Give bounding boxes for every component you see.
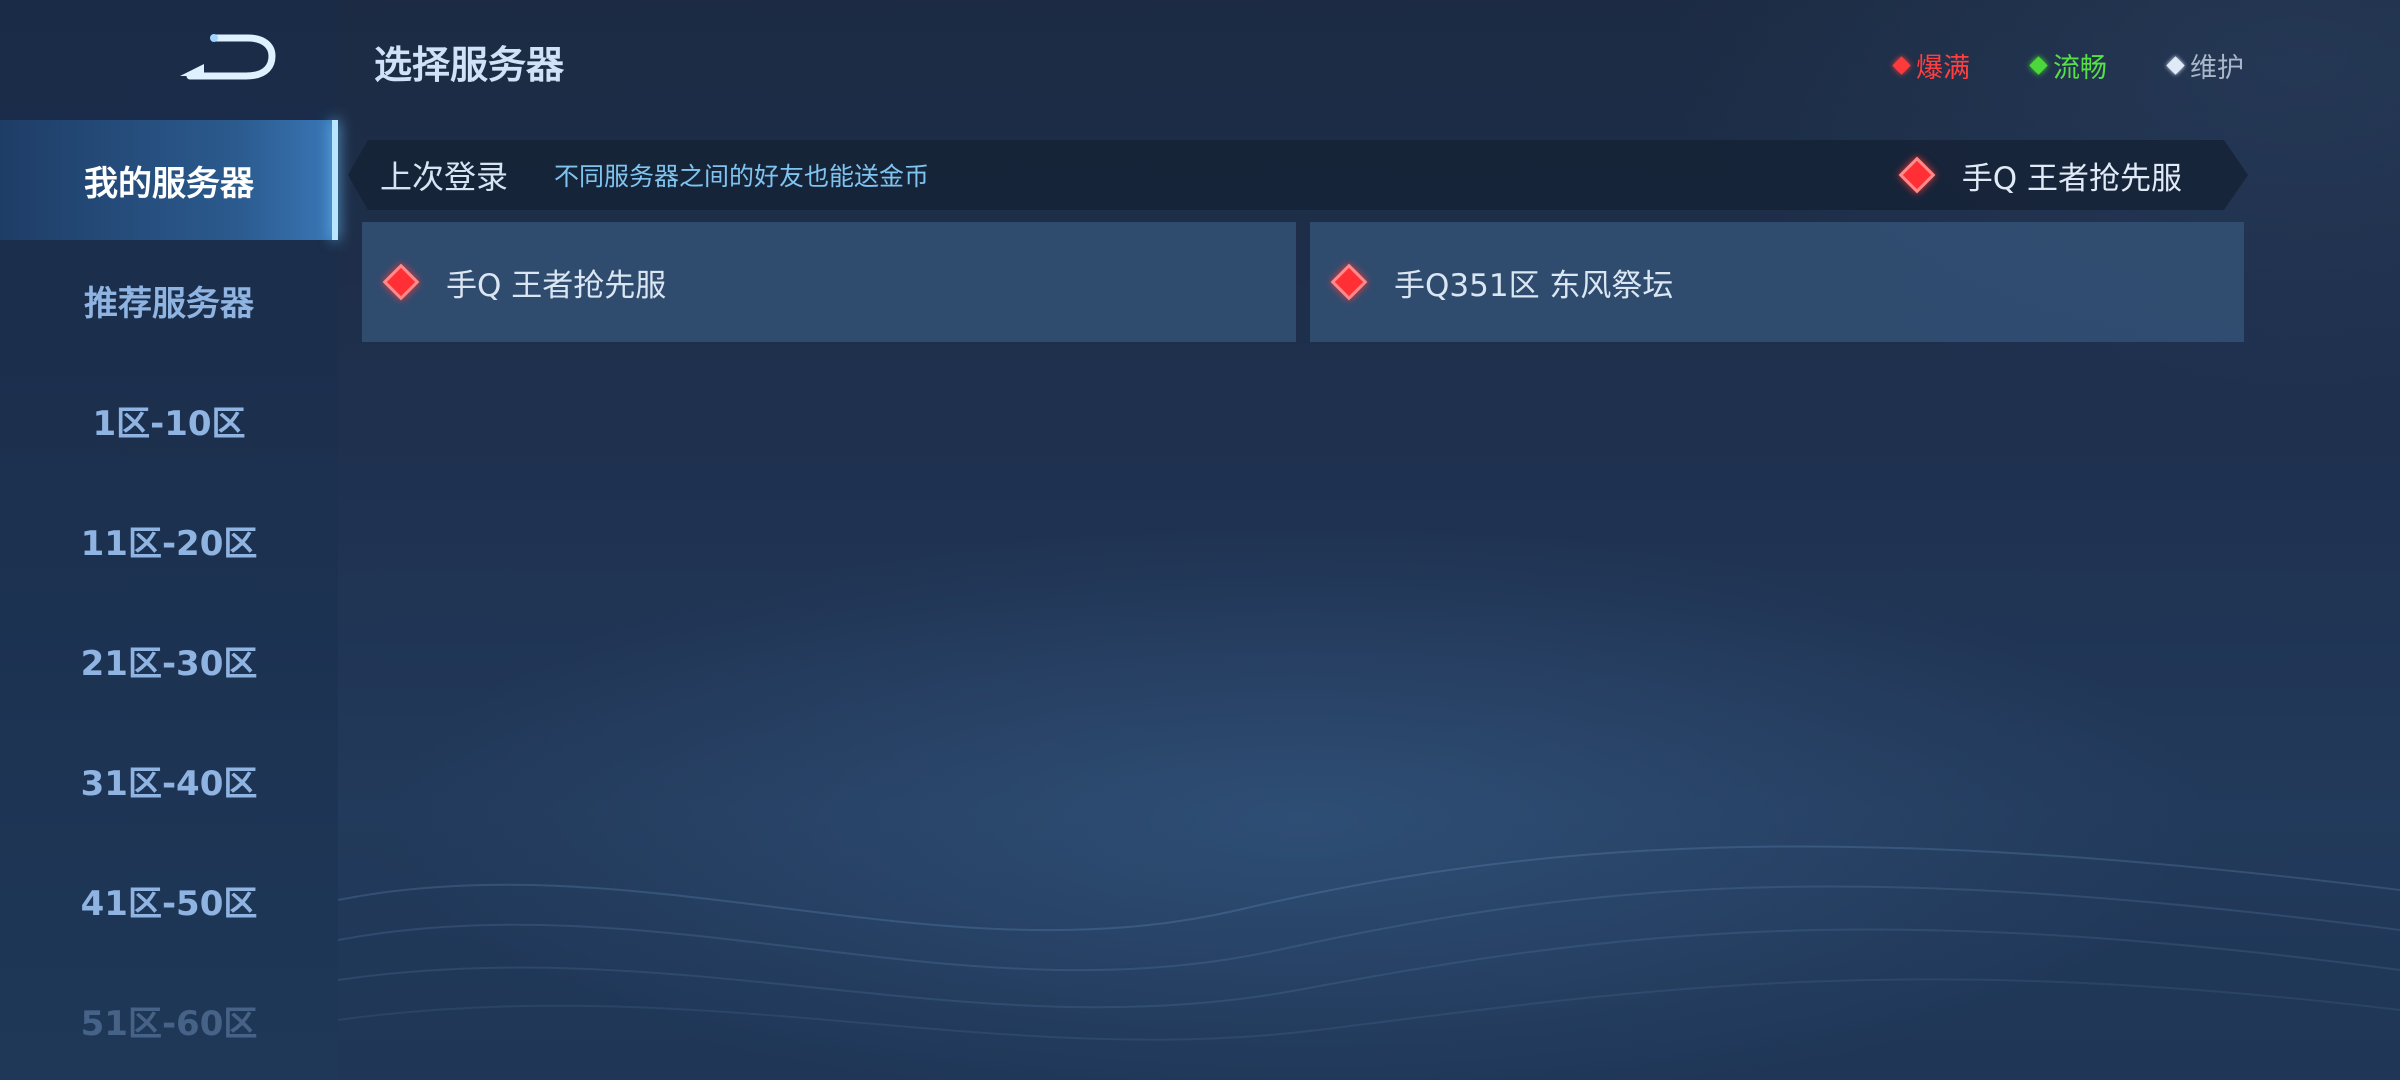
sidebar-item-label: 1区-10区 (92, 403, 246, 444)
sidebar-item-label: 我的服务器 (84, 163, 254, 204)
legend-full-label: 爆满 (1916, 53, 1970, 84)
sidebar-item-zone-51-60[interactable]: 51区-60区 (0, 960, 338, 1080)
status-legend: 爆满 流畅 维护 (1892, 46, 2244, 85)
server-name: 手Q351区 东风祭坛 (1394, 267, 1674, 304)
last-login-server[interactable]: 手Q 王者抢先服 (1904, 140, 2182, 210)
background-waves (338, 845, 2400, 1041)
sidebar-item-label: 41区-50区 (80, 883, 258, 924)
sidebar-item-label: 51区-60区 (80, 1003, 258, 1044)
legend-full: 爆满 (1892, 46, 1970, 85)
status-full-icon (1898, 157, 1935, 194)
server-name: 手Q 王者抢先服 (446, 267, 667, 304)
server-list: 手Q 王者抢先服 手Q351区 东风祭坛 (362, 222, 2244, 342)
last-login-server-name: 手Q 王者抢先服 (1961, 160, 2182, 197)
sidebar-item-label: 31区-40区 (80, 763, 258, 804)
sidebar-item-my-servers[interactable]: 我的服务器 (0, 120, 338, 240)
page-title: 选择服务器 (374, 43, 565, 87)
sidebar-item-zone-41-50[interactable]: 41区-50区 (0, 840, 338, 960)
sidebar-item-zone-31-40[interactable]: 31区-40区 (0, 720, 338, 840)
server-card[interactable]: 手Q351区 东风祭坛 (1310, 222, 2244, 342)
sidebar: 我的服务器 推荐服务器 1区-10区 11区-20区 21区-30区 31区-4… (0, 0, 338, 1080)
status-full-icon (382, 263, 420, 301)
legend-smooth-label: 流畅 (2053, 53, 2107, 84)
green-diamond-icon (2029, 56, 2048, 75)
sidebar-item-recommended[interactable]: 推荐服务器 (0, 240, 338, 360)
white-diamond-icon (2166, 56, 2185, 75)
server-card[interactable]: 手Q 王者抢先服 (362, 222, 1296, 342)
status-full-icon (1330, 263, 1368, 301)
legend-maintenance-label: 维护 (2190, 53, 2244, 84)
legend-maintenance: 维护 (2166, 46, 2244, 85)
sidebar-item-label: 11区-20区 (80, 523, 258, 564)
sidebar-item-label: 21区-30区 (80, 643, 258, 684)
back-arrow-icon (180, 34, 276, 80)
legend-smooth: 流畅 (2029, 46, 2107, 85)
red-diamond-icon (1892, 56, 1911, 75)
last-login-bar: 上次登录 不同服务器之间的好友也能送金币 手Q 王者抢先服 (348, 140, 2248, 210)
sidebar-item-label: 推荐服务器 (84, 283, 254, 324)
sidebar-item-zone-21-30[interactable]: 21区-30区 (0, 600, 338, 720)
sidebar-menu: 我的服务器 推荐服务器 1区-10区 11区-20区 21区-30区 31区-4… (0, 120, 338, 1080)
last-login-label: 上次登录 (380, 158, 509, 196)
sidebar-item-zone-1-10[interactable]: 1区-10区 (0, 360, 338, 480)
sidebar-item-zone-11-20[interactable]: 11区-20区 (0, 480, 338, 600)
last-login-tip: 不同服务器之间的好友也能送金币 (554, 162, 930, 191)
back-button[interactable] (176, 26, 280, 86)
